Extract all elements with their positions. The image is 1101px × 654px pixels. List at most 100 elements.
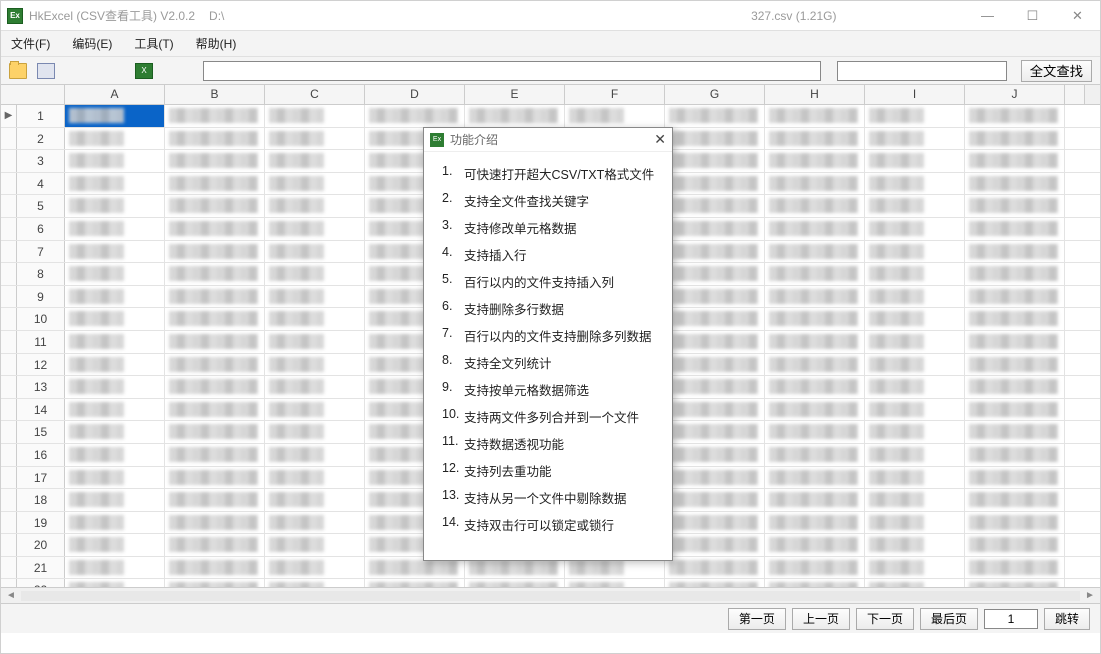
cell[interactable] <box>165 421 265 443</box>
cell[interactable] <box>165 534 265 556</box>
cell[interactable] <box>65 557 165 579</box>
cell[interactable] <box>665 354 765 376</box>
close-button[interactable]: ✕ <box>1055 1 1100 30</box>
cell[interactable] <box>765 105 865 127</box>
cell[interactable] <box>165 467 265 489</box>
cell[interactable] <box>65 241 165 263</box>
cell[interactable] <box>665 173 765 195</box>
cell[interactable] <box>165 512 265 534</box>
row-number[interactable]: 16 <box>17 444 65 466</box>
column-header-A[interactable]: A <box>65 85 165 104</box>
cell[interactable] <box>765 150 865 172</box>
row-number[interactable]: 14 <box>17 399 65 421</box>
cell[interactable] <box>65 128 165 150</box>
cell[interactable] <box>965 444 1065 466</box>
cell[interactable] <box>665 105 765 127</box>
column-header-J[interactable]: J <box>965 85 1065 104</box>
cell[interactable] <box>265 128 365 150</box>
row-number[interactable]: 20 <box>17 534 65 556</box>
cell[interactable] <box>665 195 765 217</box>
cell[interactable] <box>865 263 965 285</box>
row-number[interactable]: 15 <box>17 421 65 443</box>
cell[interactable] <box>65 444 165 466</box>
cell[interactable] <box>865 399 965 421</box>
cell[interactable] <box>965 467 1065 489</box>
cell[interactable] <box>665 150 765 172</box>
cell[interactable] <box>765 218 865 240</box>
cell[interactable] <box>965 308 1065 330</box>
cell[interactable] <box>765 444 865 466</box>
row-number[interactable]: 6 <box>17 218 65 240</box>
cell[interactable] <box>765 331 865 353</box>
column-header-H[interactable]: H <box>765 85 865 104</box>
cell[interactable] <box>965 195 1065 217</box>
cell[interactable] <box>765 263 865 285</box>
cell[interactable] <box>765 399 865 421</box>
cell[interactable] <box>165 308 265 330</box>
cell[interactable] <box>965 579 1065 587</box>
cell[interactable] <box>265 173 365 195</box>
menu-help[interactable]: 帮助(H) <box>196 35 237 52</box>
popup-close-button[interactable]: ✕ <box>654 131 666 148</box>
cell[interactable] <box>265 150 365 172</box>
formula-input[interactable] <box>203 61 821 81</box>
cell[interactable] <box>665 128 765 150</box>
cell[interactable] <box>765 128 865 150</box>
cell[interactable] <box>865 444 965 466</box>
cell[interactable] <box>65 331 165 353</box>
cell[interactable] <box>965 331 1065 353</box>
save-icon[interactable] <box>37 63 55 79</box>
cell[interactable] <box>665 263 765 285</box>
column-header-B[interactable]: B <box>165 85 265 104</box>
maximize-button[interactable]: ☐ <box>1010 1 1055 30</box>
cell[interactable] <box>965 354 1065 376</box>
cell[interactable] <box>865 128 965 150</box>
cell[interactable] <box>565 105 665 127</box>
scroll-left-icon[interactable]: ◄ <box>5 590 17 602</box>
cell[interactable] <box>165 557 265 579</box>
cell[interactable] <box>765 376 865 398</box>
cell[interactable] <box>165 241 265 263</box>
cell[interactable] <box>665 534 765 556</box>
cell[interactable] <box>265 195 365 217</box>
cell[interactable] <box>865 173 965 195</box>
cell[interactable] <box>665 241 765 263</box>
last-page-button[interactable]: 最后页 <box>920 608 978 630</box>
row-number[interactable]: 12 <box>17 354 65 376</box>
cell[interactable] <box>65 173 165 195</box>
cell[interactable] <box>865 579 965 587</box>
column-header-F[interactable]: F <box>565 85 665 104</box>
cell[interactable] <box>265 105 365 127</box>
cell[interactable] <box>965 128 1065 150</box>
cell[interactable] <box>965 557 1065 579</box>
cell[interactable] <box>65 263 165 285</box>
cell[interactable] <box>65 421 165 443</box>
cell[interactable] <box>665 308 765 330</box>
cell[interactable] <box>65 399 165 421</box>
cell[interactable] <box>665 444 765 466</box>
next-page-button[interactable]: 下一页 <box>856 608 914 630</box>
cell[interactable] <box>165 150 265 172</box>
cell[interactable] <box>965 173 1065 195</box>
cell[interactable] <box>65 195 165 217</box>
cell[interactable] <box>565 579 665 587</box>
cell[interactable] <box>265 489 365 511</box>
cell[interactable] <box>165 579 265 587</box>
cell[interactable] <box>265 534 365 556</box>
cell[interactable] <box>65 105 165 127</box>
cell[interactable] <box>765 354 865 376</box>
cell[interactable] <box>965 218 1065 240</box>
cell[interactable] <box>765 467 865 489</box>
cell[interactable] <box>765 421 865 443</box>
cell[interactable] <box>765 241 865 263</box>
cell[interactable] <box>265 241 365 263</box>
row-number[interactable]: 13 <box>17 376 65 398</box>
cell[interactable] <box>265 354 365 376</box>
cell[interactable] <box>165 105 265 127</box>
cell[interactable] <box>165 195 265 217</box>
cell[interactable] <box>865 489 965 511</box>
cell[interactable] <box>265 218 365 240</box>
cell[interactable] <box>665 467 765 489</box>
cell[interactable] <box>665 579 765 587</box>
cell[interactable] <box>665 376 765 398</box>
